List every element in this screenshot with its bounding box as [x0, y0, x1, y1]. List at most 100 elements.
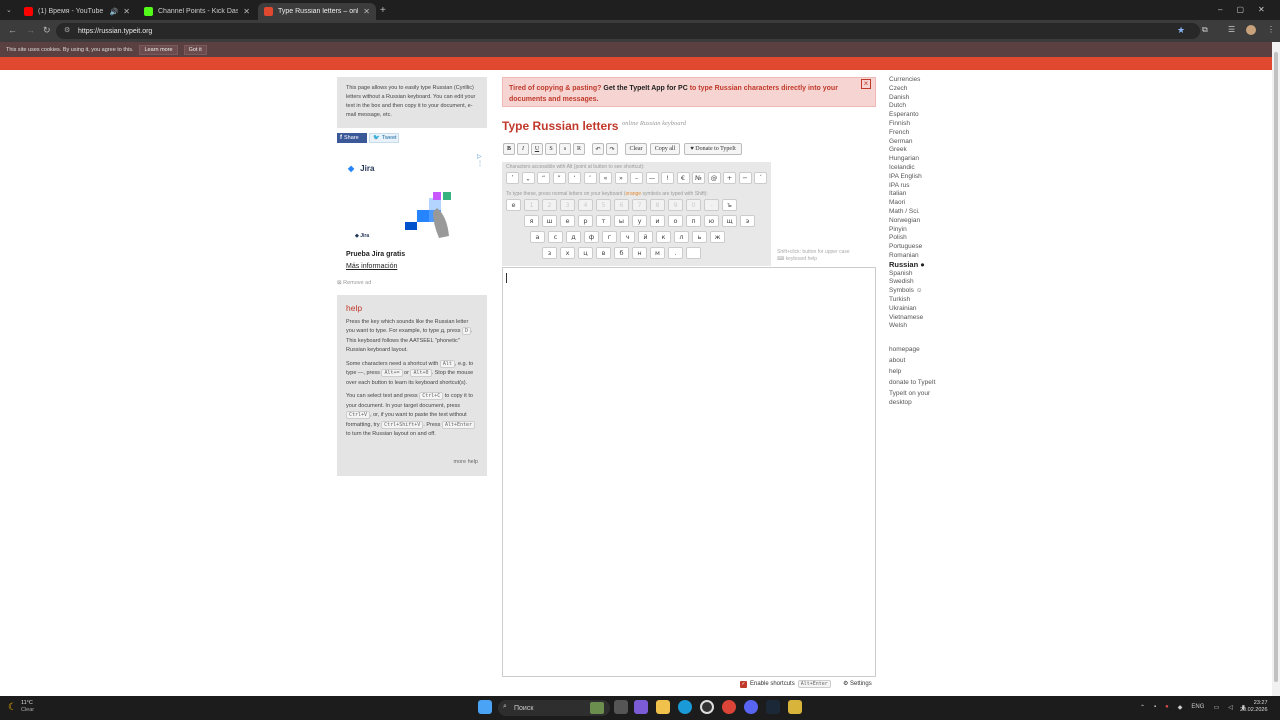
language-link[interactable]: Danish: [889, 94, 925, 103]
tab-typeit[interactable]: Type Russian letters – online R... ✕: [258, 3, 376, 20]
close-icon[interactable]: ✕: [243, 7, 250, 16]
file-explorer-icon[interactable]: [656, 700, 670, 714]
language-link[interactable]: Vietnamese: [889, 314, 925, 323]
letter-key[interactable]: я: [524, 215, 539, 227]
language-link[interactable]: Russian ●: [889, 260, 925, 270]
letter-key[interactable]: п: [686, 215, 701, 227]
start-icon[interactable]: [478, 700, 492, 714]
letter-key[interactable]: ю: [704, 215, 719, 227]
chrome-icon[interactable]: [722, 700, 736, 714]
letter-key[interactable]: о: [668, 215, 683, 227]
letter-key[interactable]: д: [566, 231, 581, 243]
alt-char-key[interactable]: №: [692, 172, 705, 184]
letter-key[interactable]: н: [632, 247, 647, 259]
app2-icon[interactable]: [788, 700, 802, 714]
language-link[interactable]: Ukrainian: [889, 305, 925, 314]
letter-key[interactable]: т: [596, 215, 611, 227]
language-link[interactable]: Hungarian: [889, 155, 925, 164]
letter-key[interactable]: 8: [650, 199, 665, 211]
letter-key[interactable]: 1: [524, 199, 539, 211]
language-link[interactable]: Italian: [889, 190, 925, 199]
letter-key[interactable]: е: [506, 199, 521, 211]
letter-key[interactable]: а: [530, 231, 545, 243]
alt-char-key[interactable]: −: [738, 172, 752, 184]
letter-key[interactable]: 7: [632, 199, 647, 211]
letter-key[interactable]: в: [596, 247, 611, 259]
weather-widget[interactable]: ☾ 11°C Clear: [8, 700, 34, 714]
site-link[interactable]: help: [889, 368, 937, 377]
letter-key[interactable]: ф: [584, 231, 599, 243]
cookie-learn-more-button[interactable]: Learn more: [139, 44, 178, 55]
chevron-up-icon[interactable]: ⌃: [1140, 704, 1145, 711]
mic-icon[interactable]: ●: [1165, 704, 1169, 711]
italic-button[interactable]: I: [517, 143, 529, 155]
undo-button[interactable]: ↶: [592, 143, 604, 155]
letter-key[interactable]: ц: [578, 247, 593, 259]
superscript-button[interactable]: S: [545, 143, 557, 155]
tray-app-icon[interactable]: ▪: [1154, 704, 1156, 711]
alt-char-key[interactable]: ”: [552, 172, 566, 184]
taskbar-search[interactable]: ⌕ Поиск: [498, 700, 610, 716]
facebook-share-button[interactable]: f Share: [337, 133, 367, 143]
tab-list-button[interactable]: ⌄: [6, 6, 12, 14]
copilot-icon[interactable]: [634, 700, 648, 714]
language-link[interactable]: Maori: [889, 199, 925, 208]
close-icon[interactable]: ✕: [363, 7, 370, 16]
letter-key[interactable]: е: [560, 215, 575, 227]
letter-key[interactable]: ш: [542, 215, 557, 227]
back-icon[interactable]: ←: [8, 25, 17, 35]
language-indicator[interactable]: ENG: [1191, 704, 1204, 711]
site-info-icon[interactable]: ⚙: [64, 26, 70, 34]
app-icon[interactable]: [700, 700, 714, 714]
close-icon[interactable]: ×: [861, 79, 871, 89]
letter-key[interactable]: [686, 247, 701, 259]
language-link[interactable]: IPA English: [889, 173, 925, 182]
alt-char-key[interactable]: !: [661, 172, 674, 184]
task-view-icon[interactable]: [614, 700, 628, 714]
letter-key[interactable]: у: [632, 215, 647, 227]
underline-button[interactable]: U: [531, 143, 543, 155]
language-link[interactable]: Norwegian: [889, 217, 925, 226]
rtl-button[interactable]: R: [573, 143, 585, 155]
language-link[interactable]: Swedish: [889, 278, 925, 287]
text-editor[interactable]: [502, 267, 876, 677]
language-link[interactable]: Portuguese: [889, 243, 925, 252]
close-icon[interactable]: ✕: [123, 7, 130, 16]
remove-ad-link[interactable]: ⊠ Remove ad: [337, 280, 371, 286]
letter-key[interactable]: ь: [692, 231, 707, 243]
language-link[interactable]: Dutch: [889, 102, 925, 111]
language-link[interactable]: Math / Sci.: [889, 208, 925, 217]
letter-key[interactable]: р: [578, 215, 593, 227]
language-link[interactable]: Welsh: [889, 322, 925, 331]
language-link[interactable]: Icelandic: [889, 164, 925, 173]
letter-key[interactable]: -: [704, 199, 719, 211]
letter-key[interactable]: с: [548, 231, 563, 243]
letter-key[interactable]: л: [674, 231, 689, 243]
alt-char-key[interactable]: —: [645, 172, 659, 184]
copy-all-button[interactable]: Copy all: [650, 143, 680, 155]
letter-key[interactable]: э: [740, 215, 755, 227]
letter-key[interactable]: 6: [614, 199, 629, 211]
letter-key[interactable]: 3: [560, 199, 575, 211]
letter-key[interactable]: ы: [614, 215, 629, 227]
language-link[interactable]: Spanish: [889, 270, 925, 279]
checkbox-check-icon[interactable]: ✓: [740, 680, 747, 688]
ad-headline[interactable]: Prueba Jira gratis: [346, 251, 405, 258]
letter-key[interactable]: 0: [686, 199, 701, 211]
tab-youtube[interactable]: (1) Время - YouTube 🔊 ✕: [18, 3, 136, 20]
scrollbar-thumb[interactable]: [1274, 52, 1278, 682]
language-link[interactable]: German: [889, 138, 925, 147]
url-input[interactable]: ⚙ https://russian.typeit.org: [56, 23, 1200, 39]
donate-button[interactable]: ♥ Donate to TypeIt: [684, 143, 742, 155]
letter-key[interactable]: 9: [668, 199, 683, 211]
audio-icon[interactable]: 🔊: [110, 8, 119, 16]
network-icon[interactable]: ▭: [1213, 704, 1219, 711]
letter-key[interactable]: к: [656, 231, 671, 243]
letter-key[interactable]: .: [668, 247, 683, 259]
letter-key[interactable]: 5: [596, 199, 611, 211]
letter-key[interactable]: з: [542, 247, 557, 259]
language-link[interactable]: Czech: [889, 85, 925, 94]
new-tab-button[interactable]: +: [380, 5, 386, 16]
window-controls[interactable]: –▢✕: [1218, 5, 1279, 14]
letter-key[interactable]: б: [614, 247, 629, 259]
